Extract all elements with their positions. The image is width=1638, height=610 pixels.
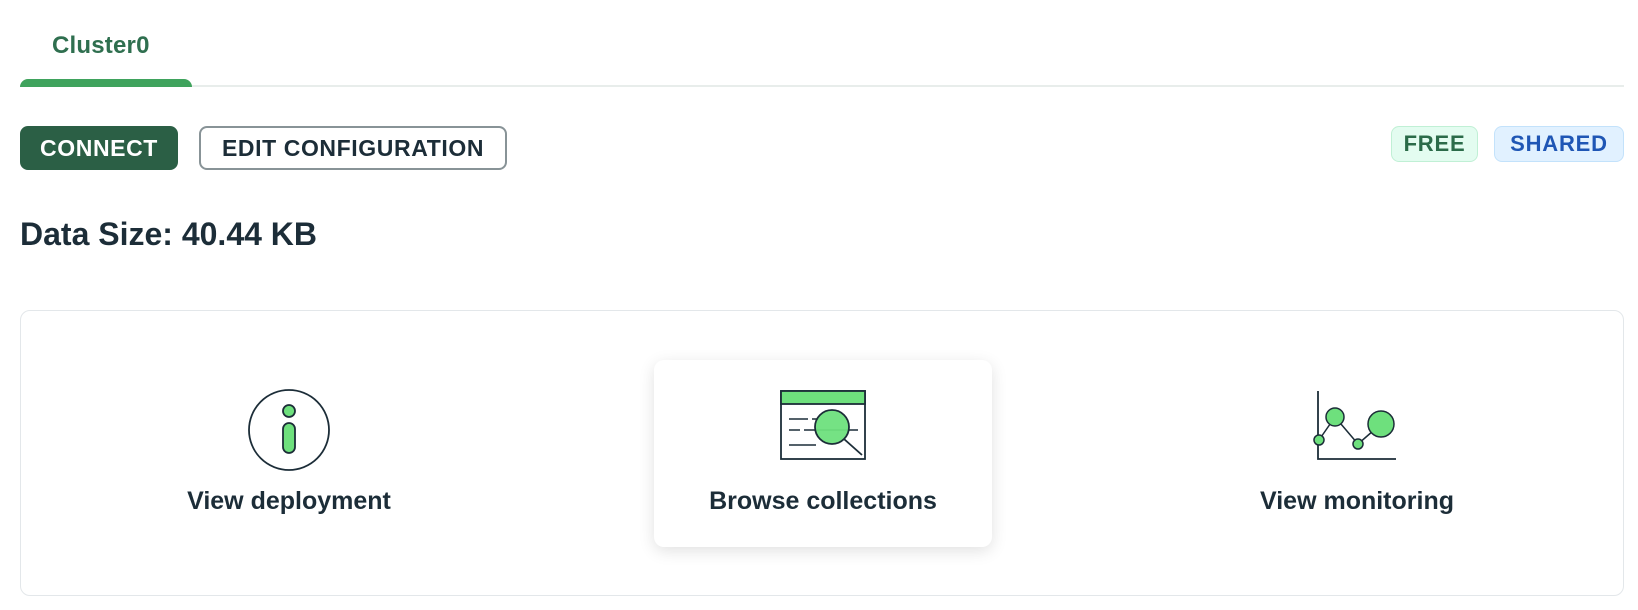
data-size-heading: Data Size: 40.44 KB — [20, 216, 318, 252]
browse-collections-card[interactable]: Browse collections — [654, 360, 992, 547]
monitoring-chart-icon — [1313, 391, 1396, 460]
cluster-tab-bar: Cluster0 — [20, 0, 1624, 87]
view-monitoring-card[interactable]: View monitoring — [1089, 311, 1625, 595]
shared-tier-badge: SHARED — [1494, 126, 1624, 162]
active-tab-indicator — [20, 79, 192, 87]
connect-button[interactable]: CONNECT — [20, 126, 178, 170]
view-monitoring-label: View monitoring — [1260, 487, 1454, 515]
tab-label: Cluster0 — [52, 32, 150, 59]
view-deployment-label: View deployment — [187, 487, 391, 515]
edit-configuration-button[interactable]: EDIT CONFIGURATION — [199, 126, 507, 170]
free-tier-badge: FREE — [1391, 126, 1478, 162]
quick-actions-panel: View deployment Browse collections View … — [20, 310, 1624, 596]
view-deployment-card[interactable]: View deployment — [21, 311, 557, 595]
browse-collections-icon — [780, 390, 866, 460]
browse-collections-label: Browse collections — [709, 487, 937, 515]
tab-cluster0[interactable]: Cluster0 — [20, 0, 192, 87]
info-icon — [248, 389, 330, 471]
